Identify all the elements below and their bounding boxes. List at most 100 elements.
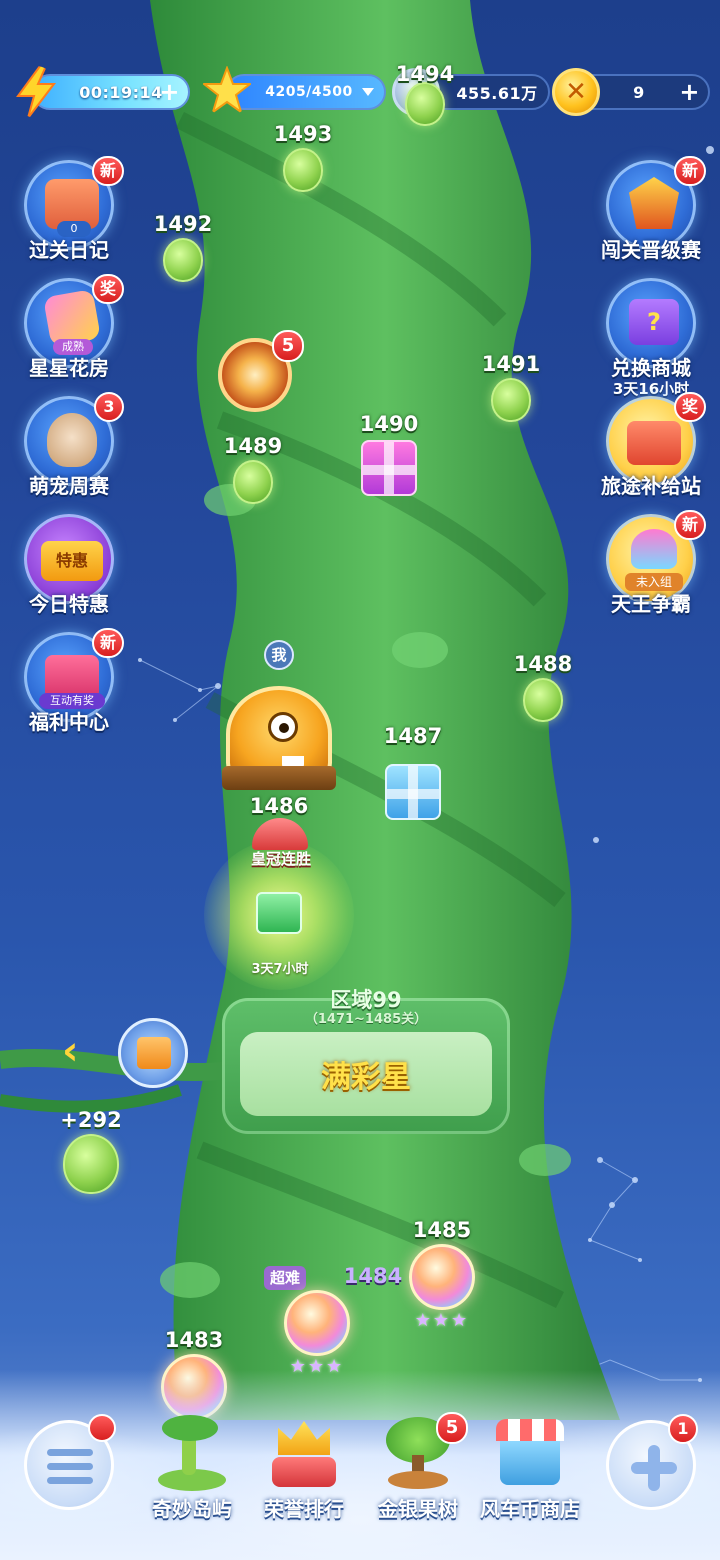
level-number: 1494 bbox=[395, 62, 455, 86]
streak-countdown: 3天7小时 bbox=[251, 962, 309, 977]
side-btn-label: 兑换商城 bbox=[611, 356, 691, 380]
level-number: 1489 bbox=[223, 434, 283, 458]
pod-icon bbox=[163, 238, 203, 282]
level-number: 1486 bbox=[249, 794, 309, 818]
side-btn-clear-diary[interactable]: 0 新 过关日记 bbox=[14, 156, 124, 270]
level-node-1487[interactable]: 1487 bbox=[378, 724, 448, 820]
level-node-1486[interactable]: 1486 bbox=[244, 794, 314, 818]
side-btn-exchange-mall[interactable]: ? 兑换商城 3天16小时 bbox=[596, 278, 706, 398]
level-node-1485[interactable]: 1485 ★★★ bbox=[404, 1218, 480, 1331]
silver-coin-amount: 455.61万 bbox=[456, 84, 538, 103]
money-tree-badge: 5 bbox=[436, 1412, 468, 1444]
side-btn-label: 萌宠周赛 bbox=[29, 474, 109, 498]
shop-stall-icon bbox=[490, 1415, 570, 1491]
new-badge: 新 bbox=[673, 156, 706, 186]
crown-streak-label: 皇冠连胜 bbox=[250, 850, 311, 868]
treasure-gift-icon[interactable] bbox=[118, 1018, 188, 1088]
new-badge: 新 bbox=[91, 156, 124, 186]
level-number: 1485 bbox=[412, 1218, 472, 1242]
star-icon bbox=[202, 66, 252, 115]
level-number: 1484 bbox=[343, 1264, 403, 1288]
side-btn-label: 今日特惠 bbox=[29, 592, 109, 616]
reward-badge: 奖 bbox=[673, 392, 706, 422]
side-btn-daily-deal[interactable]: 特惠 今日特惠 bbox=[14, 514, 124, 624]
streak-gift-icon[interactable] bbox=[256, 892, 302, 934]
count-badge: 3 bbox=[94, 392, 124, 422]
pod-icon bbox=[405, 82, 445, 126]
side-btn-label: 天王争霸 bbox=[611, 592, 691, 616]
bonus-amount: +292 bbox=[60, 1108, 122, 1132]
menu-badge bbox=[88, 1414, 116, 1442]
add-energy-button[interactable]: + bbox=[159, 80, 180, 104]
nav-honor-ranking[interactable]: 荣誉排行 bbox=[244, 1415, 364, 1522]
crown-icon bbox=[252, 818, 308, 850]
palm-island-icon bbox=[152, 1415, 232, 1491]
side-btn-label: 旅途补给站 bbox=[601, 474, 701, 498]
zone-range: （1471~1485关） bbox=[304, 1012, 428, 1027]
level-node-1492[interactable]: 1492 bbox=[148, 212, 218, 282]
gift-icon bbox=[361, 440, 417, 496]
zone-name: 满彩星 bbox=[240, 1032, 492, 1116]
star-progress: 4205/4500 bbox=[265, 84, 353, 100]
side-btn-label: 闯关晋级赛 bbox=[601, 238, 701, 262]
side-btn-supply-station[interactable]: 奖 旅途补给站 bbox=[596, 392, 706, 506]
pod-icon bbox=[233, 460, 273, 504]
me-marker: 我 bbox=[264, 640, 294, 670]
gold-coin-amount: 9 bbox=[633, 82, 645, 102]
level-number: 1483 bbox=[164, 1328, 224, 1352]
chevron-down-icon bbox=[362, 88, 374, 96]
level-number: 1492 bbox=[153, 212, 213, 236]
level-node-1484[interactable]: 1484 ★★★ bbox=[280, 1264, 410, 1377]
nav-label: 荣誉排行 bbox=[264, 1497, 344, 1521]
level-node-1494[interactable]: 1494 bbox=[390, 62, 460, 126]
level-node-1489[interactable]: 1489 bbox=[218, 434, 288, 504]
energy-timer: 00:19:14 bbox=[79, 82, 163, 102]
pod-icon bbox=[491, 378, 531, 422]
plus-icon bbox=[631, 1445, 677, 1491]
level-number: 1487 bbox=[383, 724, 443, 748]
side-btn-pet-weekly[interactable]: 3 萌宠周赛 bbox=[14, 392, 124, 506]
new-badge: 新 bbox=[673, 510, 706, 540]
pod-icon bbox=[523, 678, 563, 722]
level-node-1488[interactable]: 1488 bbox=[508, 652, 578, 722]
level-node-1490[interactable]: 1490 bbox=[354, 412, 424, 496]
side-btn-king-contest[interactable]: 未入组 新 天王争霸 bbox=[596, 510, 706, 624]
level-number: 1491 bbox=[481, 352, 541, 376]
gift-icon bbox=[385, 764, 441, 820]
level-number: 1490 bbox=[359, 412, 419, 436]
tea-table bbox=[222, 766, 336, 790]
side-btn-label: 过关日记 bbox=[29, 238, 109, 262]
zone-card[interactable]: 区域99 （1471~1485关） 满彩星 bbox=[222, 988, 510, 1134]
level-node-1491[interactable]: 1491 bbox=[476, 352, 546, 422]
side-btn-welfare-center[interactable]: 互动有奖 新 福利中心 bbox=[14, 628, 124, 742]
more-badge: 1 bbox=[668, 1414, 698, 1444]
rainbow-pod-icon bbox=[284, 1290, 350, 1356]
nav-windmill-shop[interactable]: 风车币商店 bbox=[470, 1415, 590, 1522]
deal-tag: 特惠 bbox=[41, 541, 103, 581]
menu-icon bbox=[47, 1449, 93, 1484]
level-number: 1493 bbox=[273, 122, 333, 146]
side-btn-label: 福利中心 bbox=[29, 710, 109, 734]
crown-trophy-icon bbox=[264, 1415, 344, 1491]
add-gold-button[interactable]: + bbox=[679, 80, 700, 104]
side-btn-star-greenhouse[interactable]: 成熟 奖 星星花房 bbox=[14, 274, 124, 388]
nav-label: 风车币商店 bbox=[480, 1497, 580, 1521]
pod-icon bbox=[283, 148, 323, 192]
nav-label: 奇妙岛屿 bbox=[152, 1497, 232, 1521]
new-badge: 新 bbox=[91, 628, 124, 658]
monster-eye-icon bbox=[268, 712, 298, 742]
pod-icon bbox=[63, 1134, 119, 1194]
bonus-pod[interactable]: +292 bbox=[46, 1108, 136, 1194]
gold-coin-icon: ✕ bbox=[552, 68, 600, 116]
reward-badge: 奖 bbox=[91, 274, 124, 304]
rainbow-pod-icon bbox=[409, 1244, 475, 1310]
nav-label: 金银果树 bbox=[378, 1497, 458, 1521]
side-btn-label: 星星花房 bbox=[29, 356, 109, 380]
nav-wonder-island[interactable]: 奇妙岛屿 bbox=[132, 1415, 252, 1522]
level-number: 1488 bbox=[513, 652, 573, 676]
level-node-1493[interactable]: 1493 bbox=[268, 122, 338, 192]
lightning-icon bbox=[16, 66, 57, 118]
resource-bar: 00:19:14 + 4205/4500 455.61万 9 + ✕ bbox=[0, 66, 720, 118]
chevron-left-icon[interactable]: ‹ bbox=[62, 1028, 78, 1074]
side-btn-level-tournament[interactable]: 新 闯关晋级赛 bbox=[596, 156, 706, 270]
